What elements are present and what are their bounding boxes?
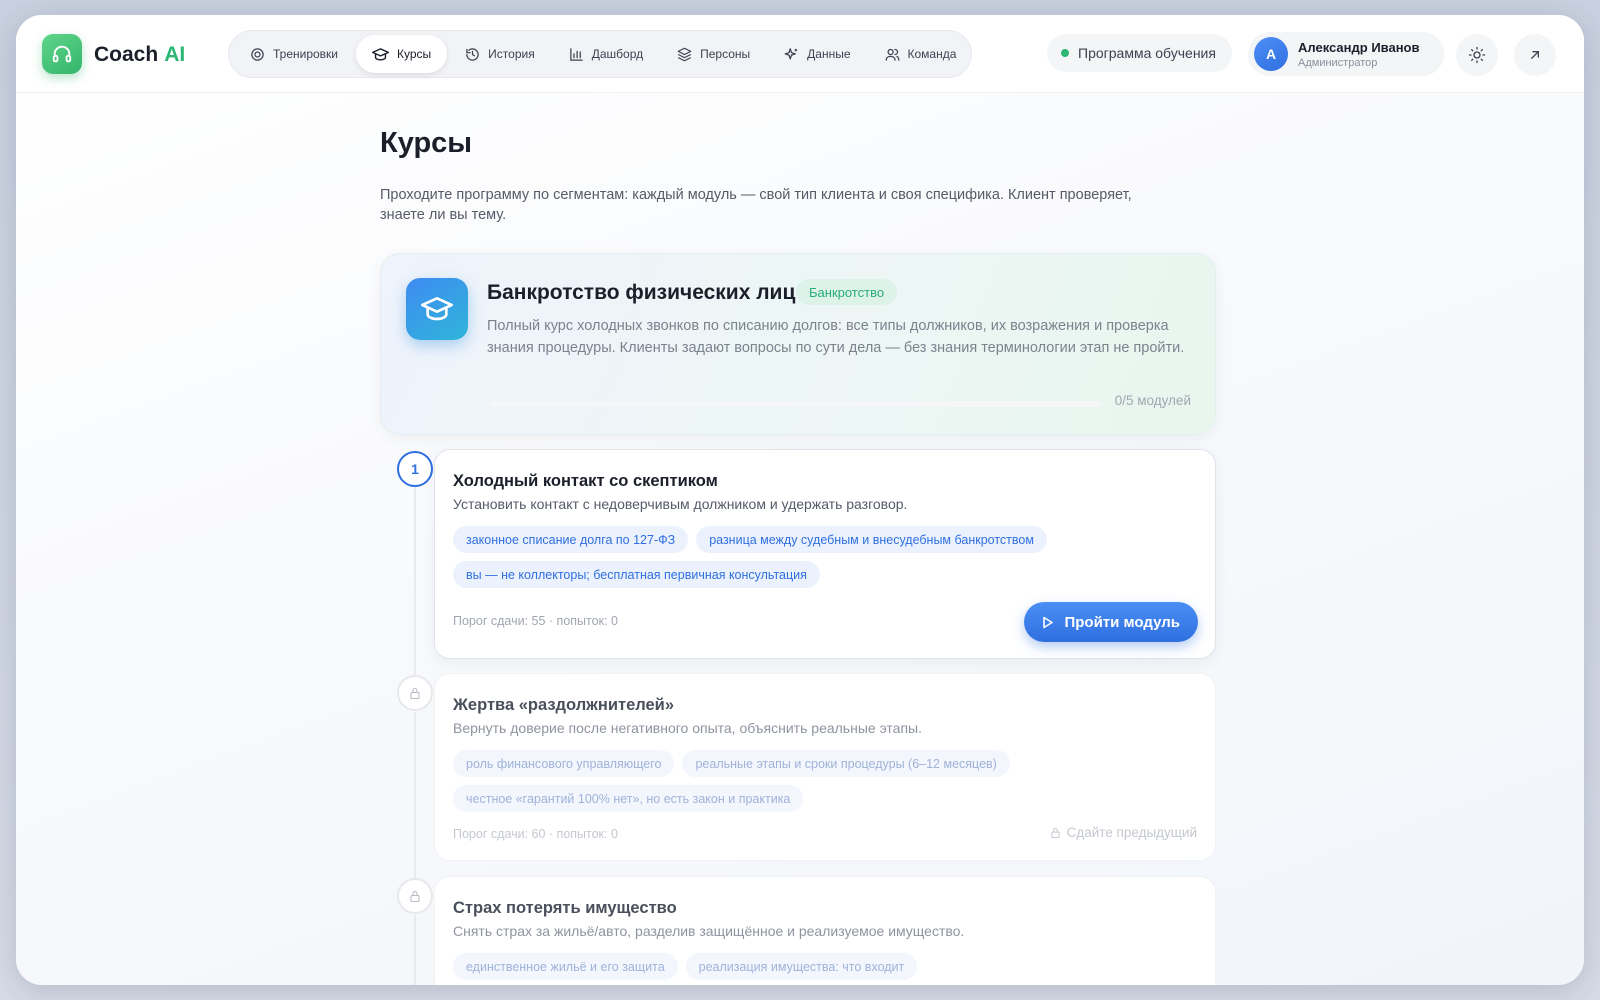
locked-hint: Сдайте предыдущий	[1050, 825, 1197, 840]
locked-hint-label: Сдайте предыдущий	[1066, 825, 1197, 840]
course-progress-bar	[489, 401, 1101, 407]
nav-label: Персоны	[700, 47, 751, 61]
brand-title: Coach	[94, 43, 159, 66]
module-description: Вернуть доверие после негативного опыта,…	[453, 720, 922, 736]
module-title: Страх потерять имущество	[453, 899, 677, 917]
module-topics: единственное жильё и его защита реализац…	[453, 953, 1193, 980]
arrow-up-right-icon	[1531, 51, 1539, 59]
theme-toggle-button[interactable]	[1456, 34, 1498, 76]
course-card: Банкротство физических лиц Банкротство П…	[380, 253, 1216, 435]
nav-label: История	[488, 47, 535, 61]
step-number-1: 1	[397, 451, 433, 487]
module-title: Жертва «раздолжнителей»	[453, 696, 675, 714]
graduation-cap-icon	[372, 47, 390, 61]
start-module-label: Пройти модуль	[1064, 613, 1180, 631]
topic-tag: роль финансового управляющего	[453, 750, 675, 777]
topic-tag: вы — не коллекторы; бесплатная первичная…	[453, 561, 820, 588]
nav-label: Команда	[907, 47, 957, 61]
main-nav: Тренировки Курсы История Дашборд Персоны…	[228, 30, 972, 78]
topic-tag: реализация имущества: что входит	[685, 953, 918, 980]
user-info: Александр Иванов Администратор	[1298, 40, 1420, 69]
history-icon	[466, 47, 479, 61]
logo-headset-icon[interactable]	[42, 34, 82, 74]
module-title: Холодный контакт со скептиком	[453, 472, 718, 490]
step-locked-2	[397, 675, 433, 711]
open-external-button[interactable]	[1514, 34, 1556, 76]
nav-item-courses[interactable]: Курсы	[356, 35, 448, 73]
user-profile[interactable]: А Александр Иванов Администратор	[1248, 32, 1444, 76]
page-subtitle: Проходите программу по сегментам: каждый…	[380, 187, 1132, 223]
module-card-3: Страх потерять имущество Снять страх за …	[434, 876, 1216, 985]
target-icon	[251, 47, 264, 61]
module-card-2: Жертва «раздолжнителей» Вернуть доверие …	[434, 673, 1216, 861]
sparkle-icon	[784, 47, 798, 59]
timeline-line	[414, 487, 416, 679]
nav-item-personas[interactable]: Персоны	[661, 35, 766, 73]
timeline-line	[414, 915, 416, 985]
nav-item-dashboard[interactable]: Дашборд	[553, 35, 659, 73]
module-description: Снять страх за жильё/авто, разделив защи…	[453, 923, 965, 939]
step-locked-3	[397, 878, 433, 914]
page-title: Курсы	[380, 127, 473, 159]
course-category-badge: Банкротство	[796, 279, 898, 305]
start-module-button[interactable]: Пройти модуль	[1024, 602, 1198, 642]
nav-item-trainings[interactable]: Тренировки	[234, 35, 354, 73]
topic-tag: единственное жильё и его защита	[453, 953, 678, 980]
module-description: Установить контакт с недоверчивым должни…	[453, 496, 908, 512]
top-header: Coach AI Тренировки Курсы История Дашборд	[16, 15, 1584, 93]
brand-suffix: AI	[164, 43, 186, 66]
nav-label: Дашборд	[591, 47, 644, 61]
module-meta: Порог сдачи: 55 · попыток: 0	[453, 614, 618, 628]
topic-tag: разница между судебным и внесудебным бан…	[696, 526, 1047, 553]
nav-item-history[interactable]: История	[449, 35, 551, 73]
course-description: Полный курс холодных звонков по списанию…	[487, 318, 1185, 356]
module-card-1: Холодный контакт со скептиком Установить…	[434, 449, 1216, 659]
program-label: Программа обучения	[1078, 45, 1216, 61]
users-icon	[885, 48, 899, 61]
nav-item-data[interactable]: Данные	[768, 35, 866, 73]
training-program-status[interactable]: Программа обучения	[1047, 34, 1232, 72]
avatar: А	[1254, 37, 1288, 71]
brand-name[interactable]: Coach AI	[94, 43, 185, 67]
module-topics: роль финансового управляющего реальные э…	[453, 750, 1193, 812]
module-topics: законное списание долга по 127-ФЗ разниц…	[453, 526, 1193, 588]
module-meta: Порог сдачи: 60 · попыток: 0	[453, 827, 618, 841]
layers-icon	[677, 47, 692, 61]
play-icon	[1043, 616, 1054, 628]
lock-icon	[1050, 827, 1060, 838]
topic-tag: реальные этапы и сроки процедуры (6–12 м…	[682, 750, 1010, 777]
nav-item-team[interactable]: Команда	[869, 35, 973, 73]
sun-icon	[1468, 46, 1486, 64]
nav-label: Курсы	[397, 47, 432, 61]
lock-icon	[410, 687, 420, 699]
status-dot	[1061, 49, 1069, 57]
user-role: Администратор	[1298, 56, 1378, 69]
user-name: Александр Иванов	[1298, 39, 1420, 55]
bar-chart-icon	[569, 47, 583, 61]
course-title: Банкротство физических лиц	[487, 281, 796, 304]
topic-tag: честное «гарантий 100% нет», но есть зак…	[453, 785, 804, 812]
app-window: Coach AI Тренировки Курсы История Дашборд	[16, 15, 1584, 985]
graduation-cap-icon	[406, 278, 468, 340]
topic-tag: законное списание долга по 127-ФЗ	[453, 526, 689, 553]
course-progress-label: 0/5 модулей	[1114, 393, 1191, 408]
nav-label: Тренировки	[273, 47, 339, 61]
timeline-line	[414, 712, 416, 882]
lock-icon	[410, 890, 420, 902]
nav-label: Данные	[807, 47, 851, 61]
